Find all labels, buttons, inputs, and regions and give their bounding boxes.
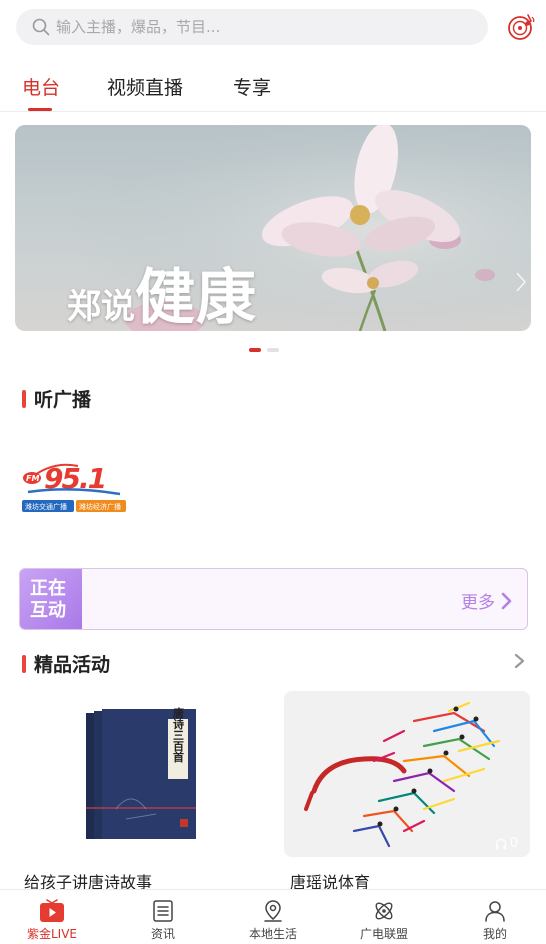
section-accent-bar xyxy=(22,389,26,408)
nav-label: 广电联盟 xyxy=(359,927,408,941)
search-bar[interactable] xyxy=(16,9,488,45)
banner-title: 郑说健康 xyxy=(67,263,257,331)
svg-text:唐诗三百首: 唐诗三百首 xyxy=(172,706,185,763)
tab-exclusive[interactable]: 专享 xyxy=(233,73,271,100)
tv-play-icon xyxy=(40,899,64,922)
tang-poetry-book-image: 唐诗三百首 xyxy=(86,706,196,839)
play-count: 0 xyxy=(495,836,518,851)
nav-label: 我的 xyxy=(482,927,507,941)
channel-tabs: 电台 视频直播 专享 xyxy=(0,60,546,112)
svg-text:潍坊经济广播: 潍坊经济广播 xyxy=(79,502,121,511)
sports-figures-artwork xyxy=(304,701,501,848)
more-label: 更多 xyxy=(461,593,495,613)
chevron-right-icon xyxy=(516,272,527,292)
tab-radio[interactable]: 电台 xyxy=(22,73,60,100)
nav-label: 资讯 xyxy=(150,927,175,941)
svg-text:FM: FM xyxy=(26,474,39,483)
badge-line-1: 正在 xyxy=(30,578,66,599)
location-pin-icon xyxy=(264,900,282,922)
banner-carousel[interactable]: 郑说健康 xyxy=(15,125,531,331)
document-list-icon xyxy=(153,900,173,922)
more-button[interactable]: 更多 xyxy=(461,588,513,613)
nav-item-broadcast-alliance[interactable]: 广电联盟 xyxy=(329,890,439,944)
atom-icon xyxy=(375,902,393,920)
carousel-indicator xyxy=(249,348,279,352)
live-interaction-badge: 正在 互动 xyxy=(20,569,82,629)
live-interaction-bar[interactable]: 正在 互动 更多 xyxy=(19,568,528,630)
nav-item-news[interactable]: 资讯 xyxy=(108,890,218,944)
activities-section-header: 精品活动 xyxy=(22,650,110,677)
activity-card[interactable]: 唐诗三百首 xyxy=(18,691,264,857)
fm-95-1-station-logo[interactable]: FM 95.1 潍坊交通广播 潍坊经济广播 xyxy=(20,452,128,518)
play-count-value: 0 xyxy=(509,836,518,851)
user-icon xyxy=(485,901,505,922)
nav-item-profile[interactable]: 我的 xyxy=(440,890,546,944)
svg-text:潍坊交通广播: 潍坊交通广播 xyxy=(25,502,67,511)
radio-section-header: 听广播 xyxy=(22,385,91,412)
nav-item-zijin-live[interactable]: 紫金LIVE xyxy=(0,890,107,944)
nav-item-local-life[interactable]: 本地生活 xyxy=(218,890,328,944)
search-input[interactable] xyxy=(56,18,456,36)
nav-label: 紫金LIVE xyxy=(26,927,78,941)
tab-video-live[interactable]: 视频直播 xyxy=(107,73,183,100)
nav-label: 本地生活 xyxy=(248,927,297,941)
bottom-navigation: 紫金LIVE 资讯 本地生活 广电联盟 我的 xyxy=(0,889,546,944)
activity-card[interactable]: 0 xyxy=(284,691,530,857)
badge-line-2: 互动 xyxy=(30,600,66,621)
search-icon xyxy=(32,18,50,36)
chevron-right-icon xyxy=(501,592,512,609)
section-title: 精品活动 xyxy=(34,654,111,676)
vinyl-record-icon[interactable] xyxy=(506,12,536,42)
headphones-icon xyxy=(495,838,506,849)
section-title: 听广播 xyxy=(34,389,92,411)
active-tab-indicator xyxy=(28,108,52,111)
chevron-right-icon[interactable] xyxy=(514,652,526,670)
section-accent-bar xyxy=(22,654,26,673)
carousel-dot xyxy=(267,348,279,352)
carousel-dot-active xyxy=(249,348,261,352)
